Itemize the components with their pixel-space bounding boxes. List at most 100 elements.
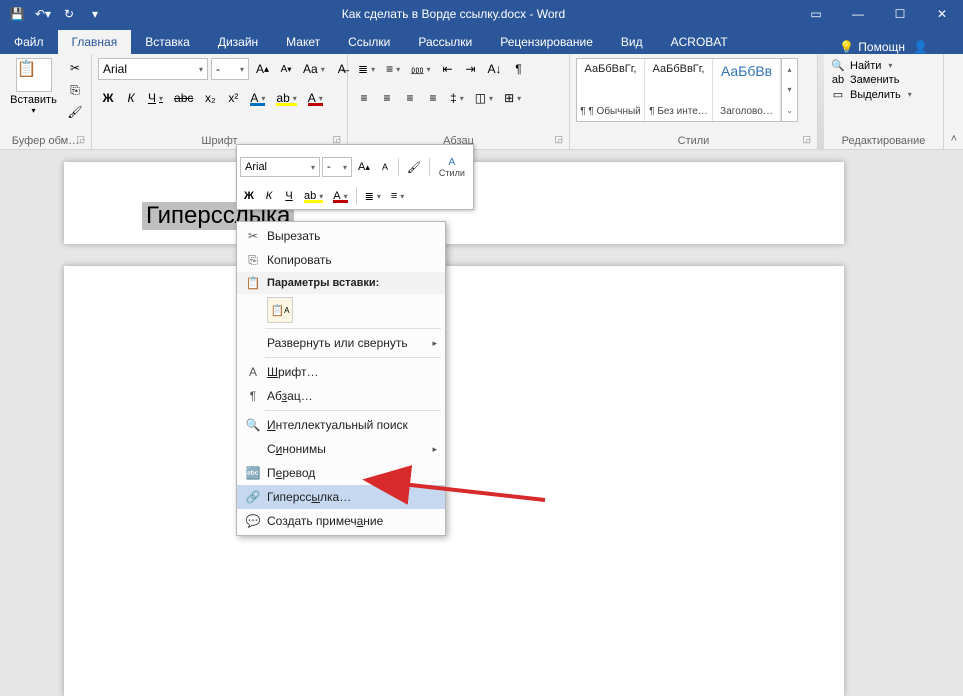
tab-mailings[interactable]: Рассылки [404,30,486,54]
qat-customize-icon[interactable]: ▾ [84,3,106,25]
collapse-ribbon-icon[interactable]: ˄ [951,133,957,145]
borders-button[interactable]: ⊞▾ [500,87,525,109]
tab-layout[interactable]: Макет [272,30,334,54]
share-icon[interactable]: 👤 [913,40,953,54]
style-heading1[interactable]: АаБбВв Заголово… [713,59,781,121]
paragraph-dialog-icon: ¶ [243,389,263,403]
tab-view[interactable]: Вид [607,30,657,54]
mini-font-size[interactable]: -▾ [322,157,352,177]
tab-review[interactable]: Рецензирование [486,30,607,54]
tab-home[interactable]: Главная [58,30,132,54]
style-normal[interactable]: АаБбВвГг, ¶ Обычный [577,59,645,121]
find-button[interactable]: 🔍Найти ▾ [830,58,892,73]
shading-button[interactable]: ◫▾ [471,87,497,109]
change-case-button[interactable]: Aa▾ [299,58,329,80]
paste-button[interactable]: 📋 Вставить ▾ [6,58,61,115]
font-color-button[interactable]: A▾ [304,87,327,109]
mini-font-color[interactable]: A▾ [329,186,351,206]
font-size-select[interactable]: -▾ [211,58,249,80]
align-left-button[interactable]: ≡ [354,87,374,109]
window-controls: ▭ — ☐ ✕ [795,0,963,28]
menu-font[interactable]: AШрифт… [237,360,445,384]
group-label-clipboard: Буфер обм…◲ [6,133,85,147]
clipboard-launcher[interactable]: ◲ [76,134,85,145]
show-marks-button[interactable]: ¶ [509,58,529,80]
redo-icon[interactable]: ↻ [58,3,80,25]
bold-button[interactable]: Ж [98,87,118,109]
minimize-icon[interactable]: — [837,0,879,28]
grow-font-button[interactable]: A▴ [252,58,273,80]
mini-bold[interactable]: Ж [240,186,258,206]
styles-launcher[interactable]: ◲ [802,134,811,145]
menu-smart-lookup[interactable]: 🔍Интеллектуальный поиск [237,413,445,437]
styles-gallery[interactable]: АаБбВвГг, ¶ Обычный АаБбВвГг, ¶ Без инте… [576,58,798,122]
copy-icon[interactable]: ⎘ [65,80,85,100]
tab-references[interactable]: Ссылки [334,30,404,54]
tab-file[interactable]: Файл [0,30,58,54]
highlight-button[interactable]: ab▾ [272,87,300,109]
menu-hyperlink[interactable]: 🔗Гиперссылка… [237,485,445,509]
strike-button[interactable]: abc [170,87,197,109]
menu-new-comment[interactable]: 💬Создать примечание [237,509,445,533]
ribbon-options-icon[interactable]: ▭ [795,0,837,28]
paste-keep-text[interactable]: 📋A [267,297,293,323]
group-editing: 🔍Найти ▾ abЗаменить ▭Выделить ▾ Редактир… [824,54,944,149]
underline-button[interactable]: Ч▾ [144,87,167,109]
multilevel-button[interactable]: ⅏▾ [407,58,434,80]
hyperlink-icon: 🔗 [243,490,263,504]
justify-button[interactable]: ≡ [423,87,443,109]
document-title: Как сделать в Ворде ссылку.docx - Word [112,7,795,21]
smart-lookup-icon: 🔍 [243,418,263,432]
text-effects-button[interactable]: A▾ [246,87,269,109]
paragraph-launcher[interactable]: ◲ [554,134,563,145]
tell-me[interactable]: 💡 Помощн [839,40,905,54]
mini-highlight[interactable]: ab▾ [300,186,327,206]
menu-expand-collapse[interactable]: Развернуть или свернуть▸ [237,331,445,355]
mini-format-painter[interactable]: 🖌 [403,157,425,177]
maximize-icon[interactable]: ☐ [879,0,921,28]
mini-grow-font[interactable]: A▴ [354,157,374,177]
menu-copy[interactable]: ⎘Копировать [237,248,445,272]
mini-shrink-font[interactable]: A [376,157,394,177]
mini-font-name[interactable]: Arial▾ [240,157,320,177]
replace-button[interactable]: abЗаменить [830,73,899,87]
close-icon[interactable]: ✕ [921,0,963,28]
align-center-button[interactable]: ≡ [377,87,397,109]
copy-icon: ⎘ [243,253,263,268]
page-2[interactable] [64,266,844,696]
menu-synonyms[interactable]: Синонимы▸ [237,437,445,461]
tab-design[interactable]: Дизайн [204,30,272,54]
mini-styles[interactable]: AСтили [434,148,470,186]
italic-button[interactable]: К [121,87,141,109]
style-no-spacing[interactable]: АаБбВвГг, ¶ Без инте… [645,59,713,121]
menu-cut[interactable]: ✂Вырезать [237,224,445,248]
line-spacing-button[interactable]: ‡▾ [446,87,468,109]
increase-indent-button[interactable]: ⇥ [461,58,481,80]
menu-translate[interactable]: 🔤Перевод [237,461,445,485]
styles-more[interactable]: ▴▾⌄ [781,59,797,121]
tab-acrobat[interactable]: ACROBAT [657,30,742,54]
mini-numbering[interactable]: ≡▾ [387,186,408,206]
save-icon[interactable]: 💾 [6,3,28,25]
cut-icon[interactable]: ✂ [65,58,85,78]
decrease-indent-button[interactable]: ⇤ [438,58,458,80]
font-name-select[interactable]: Arial▾ [98,58,208,80]
undo-icon[interactable]: ↶▾ [32,3,54,25]
format-painter-icon[interactable]: 🖌 [65,102,85,122]
select-button[interactable]: ▭Выделить ▾ [830,87,912,102]
group-label-editing: Редактирование [830,133,937,147]
sort-button[interactable]: A↓ [484,58,506,80]
mini-bullets[interactable]: ≣▾ [361,186,385,206]
align-right-button[interactable]: ≡ [400,87,420,109]
superscript-button[interactable]: x² [223,87,243,109]
mini-italic[interactable]: К [260,186,278,206]
group-paragraph: ≣▾ ≡▾ ⅏▾ ⇤ ⇥ A↓ ¶ ≡ ≡ ≡ ≡ ‡▾ ◫▾ ⊞▾ Абзац… [348,54,570,149]
tab-insert[interactable]: Вставка [131,30,204,54]
quick-access-toolbar: 💾 ↶▾ ↻ ▾ [0,3,112,25]
subscript-button[interactable]: x₂ [200,87,220,109]
mini-underline[interactable]: Ч [280,186,298,206]
numbering-button[interactable]: ≡▾ [382,58,404,80]
bullets-button[interactable]: ≣▾ [354,58,379,80]
shrink-font-button[interactable]: A▾ [276,58,296,80]
menu-paragraph[interactable]: ¶Абзац… [237,384,445,408]
